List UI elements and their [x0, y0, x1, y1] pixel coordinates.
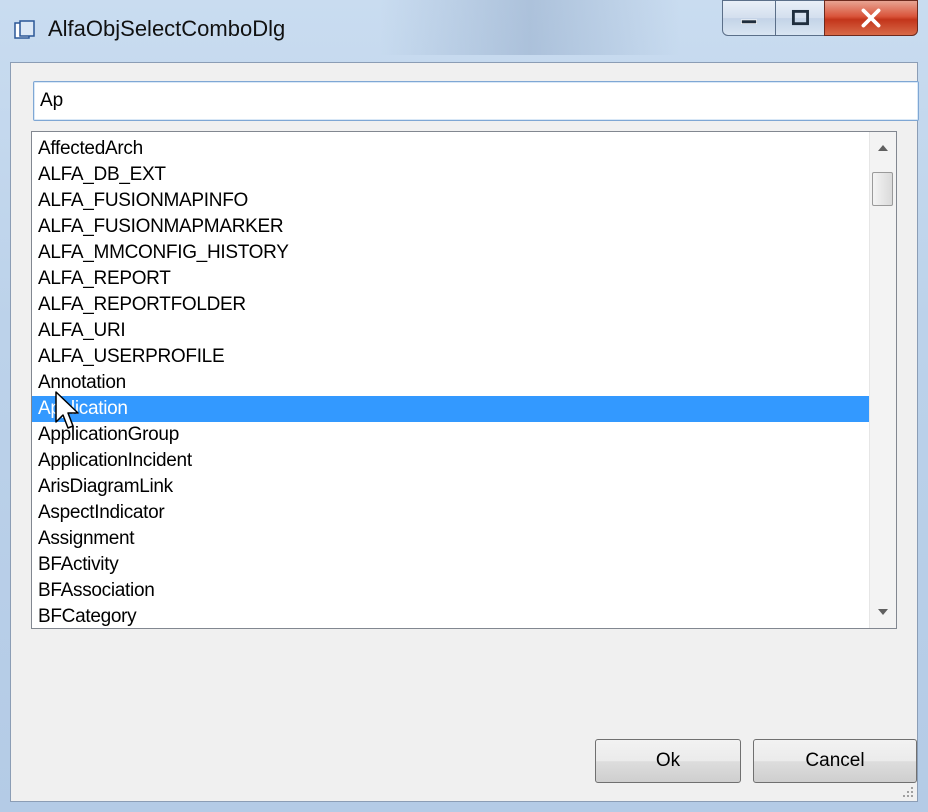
- list-item[interactable]: Annotation: [32, 370, 878, 396]
- list-item[interactable]: ALFA_REPORTFOLDER: [32, 292, 878, 318]
- list-item[interactable]: ArisDiagramLink: [32, 474, 878, 500]
- resize-grip-icon[interactable]: [901, 785, 915, 799]
- minimize-icon: [741, 19, 757, 25]
- cancel-button[interactable]: Cancel: [753, 739, 917, 783]
- list-item[interactable]: ALFA_MMCONFIG_HISTORY: [32, 240, 878, 266]
- list-item[interactable]: AffectedArch: [32, 136, 878, 162]
- scroll-up-icon[interactable]: [870, 136, 896, 160]
- maximize-button[interactable]: [775, 0, 825, 36]
- object-listbox[interactable]: AffectedArch ALFA_DB_EXT ALFA_FUSIONMAPI…: [31, 131, 897, 629]
- list-item[interactable]: ALFA_REPORT: [32, 266, 878, 292]
- ok-button[interactable]: Ok: [595, 739, 741, 783]
- list-item[interactable]: AspectIndicator: [32, 500, 878, 526]
- list-item[interactable]: ALFA_URI: [32, 318, 878, 344]
- list-item[interactable]: ApplicationGroup: [32, 422, 878, 448]
- list-item[interactable]: ALFA_USERPROFILE: [32, 344, 878, 370]
- window-title: AlfaObjSelectComboDlg: [48, 16, 286, 41]
- list-items: AffectedArch ALFA_DB_EXT ALFA_FUSIONMAPI…: [32, 136, 878, 628]
- scroll-down-icon[interactable]: [870, 600, 896, 624]
- dialog-body: AffectedArch ALFA_DB_EXT ALFA_FUSIONMAPI…: [10, 62, 919, 802]
- close-button[interactable]: [824, 0, 918, 36]
- list-item[interactable]: BFAssociation: [32, 578, 878, 604]
- title-bar[interactable]: AlfaObjSelectComboDlg: [0, 0, 928, 62]
- window-icon: [14, 20, 35, 39]
- minimize-button[interactable]: [722, 0, 776, 36]
- scroll-thumb[interactable]: [872, 172, 893, 206]
- search-input[interactable]: [33, 81, 919, 121]
- list-item-selected[interactable]: Application: [32, 396, 878, 422]
- list-item[interactable]: ApplicationIncident: [32, 448, 878, 474]
- maximize-icon: [791, 9, 809, 26]
- list-item[interactable]: ALFA_FUSIONMAPINFO: [32, 188, 878, 214]
- list-item[interactable]: BFCategory: [32, 604, 878, 628]
- list-item[interactable]: ALFA_DB_EXT: [32, 162, 878, 188]
- list-item[interactable]: BFActivity: [32, 552, 878, 578]
- list-item[interactable]: ALFA_FUSIONMAPMARKER: [32, 214, 878, 240]
- close-icon: [861, 8, 881, 28]
- dialog-window: AlfaObjSelectComboDlg AffectedArch ALFA_…: [0, 0, 928, 812]
- vertical-scrollbar[interactable]: [869, 132, 896, 628]
- list-item[interactable]: Assignment: [32, 526, 878, 552]
